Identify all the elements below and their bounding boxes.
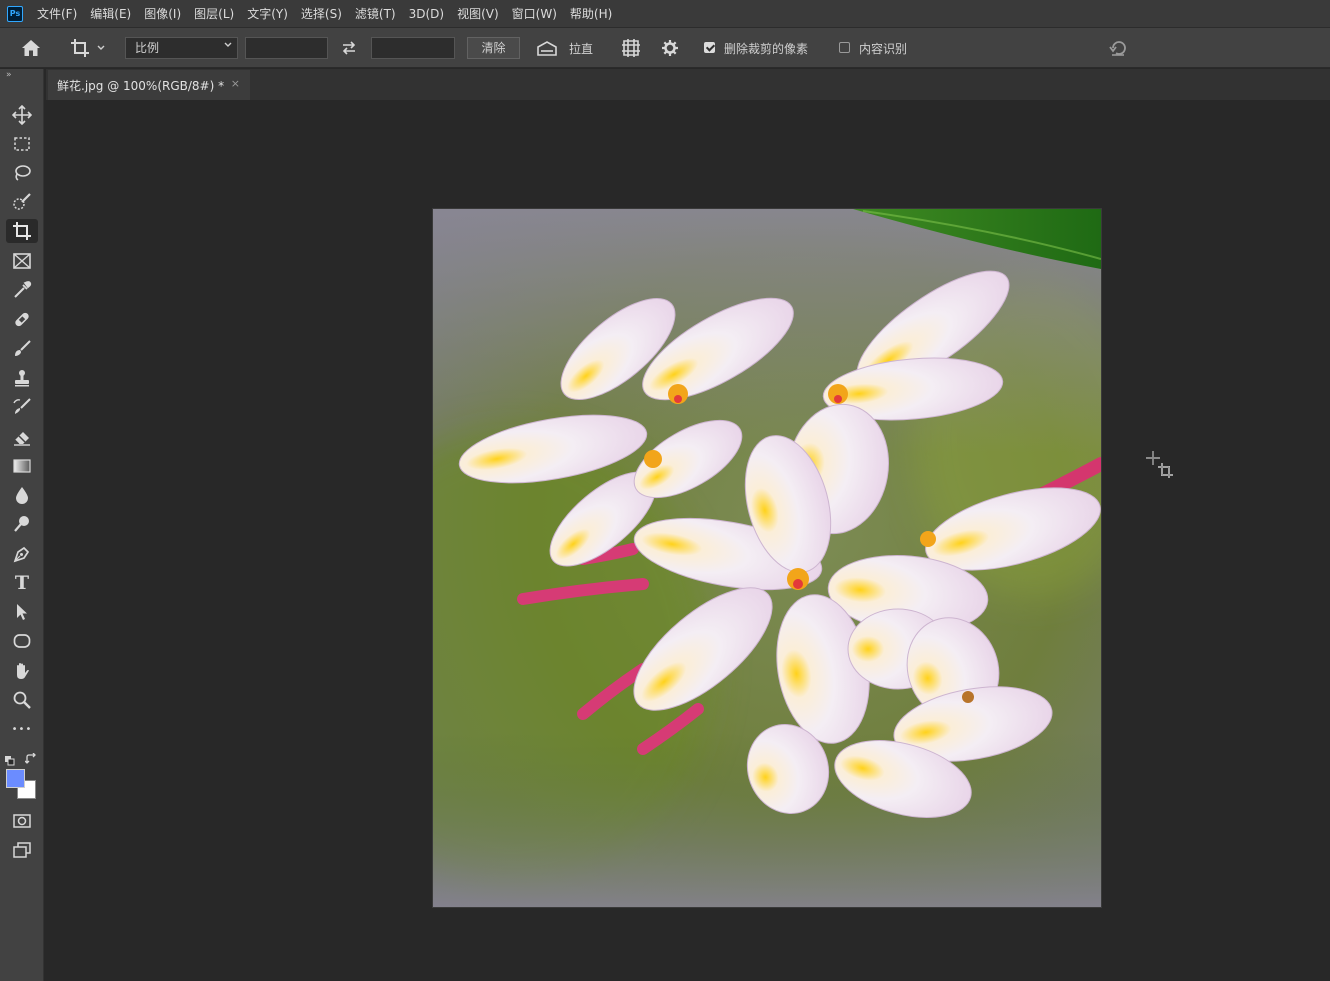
type-tool[interactable]: T bbox=[6, 571, 38, 595]
delete-cropped-checkbox[interactable] bbox=[704, 42, 715, 53]
ellipsis-icon: ••• bbox=[11, 723, 33, 735]
menu-view[interactable]: 视图(V) bbox=[457, 5, 499, 22]
menu-bar: Ps 文件(F) 编辑(E) 图像(I) 图层(L) 文字(Y) 选择(S) 滤… bbox=[0, 0, 1330, 28]
move-tool[interactable] bbox=[6, 103, 38, 127]
home-icon[interactable] bbox=[20, 37, 42, 59]
brush-tool[interactable] bbox=[6, 337, 38, 361]
arrow-icon bbox=[17, 604, 27, 620]
hand-icon bbox=[17, 663, 29, 679]
rounded-rect-icon bbox=[13, 634, 31, 648]
healing-tool[interactable] bbox=[6, 307, 38, 331]
more-tools[interactable]: ••• bbox=[6, 717, 38, 741]
ratio-select-value: 比例 bbox=[135, 41, 160, 55]
close-icon[interactable]: × bbox=[231, 77, 240, 90]
delete-cropped-label[interactable]: 删除裁剪的像素 bbox=[724, 40, 808, 57]
menu-filter[interactable]: 滤镜(T) bbox=[355, 5, 396, 22]
quick-mask-icon bbox=[13, 814, 31, 828]
menu-image[interactable]: 图像(I) bbox=[144, 5, 181, 22]
quick-select-tool[interactable] bbox=[6, 190, 38, 214]
straighten-icon[interactable] bbox=[535, 37, 559, 59]
menu-file[interactable]: 文件(F) bbox=[37, 5, 77, 22]
photoshop-logo-icon[interactable]: Ps bbox=[7, 5, 23, 22]
gradient-tool[interactable] bbox=[6, 454, 38, 478]
bandage-icon bbox=[15, 312, 29, 327]
frame-tool[interactable] bbox=[6, 249, 38, 273]
rect-marquee-icon bbox=[14, 137, 30, 151]
flower-photo[interactable] bbox=[433, 209, 1101, 907]
menu-select[interactable]: 选择(S) bbox=[301, 5, 342, 22]
path-select-tool[interactable] bbox=[6, 600, 38, 624]
document-tab[interactable]: 鲜花.jpg @ 100%(RGB/8#) * × bbox=[48, 70, 250, 100]
swap-colors-icon[interactable] bbox=[24, 750, 37, 764]
screen-mode-button[interactable] bbox=[6, 838, 38, 862]
tools-panel: » T ••• bbox=[0, 69, 44, 981]
stamp-tool[interactable] bbox=[6, 366, 38, 390]
foreground-color-swatch[interactable] bbox=[6, 769, 25, 788]
menu-type[interactable]: 文字(Y) bbox=[247, 5, 288, 22]
quick-mask-button[interactable] bbox=[6, 809, 38, 833]
lasso-tool[interactable] bbox=[6, 161, 38, 185]
frame-icon bbox=[13, 253, 31, 269]
default-colors-icon[interactable] bbox=[5, 751, 15, 766]
chevron-down-icon bbox=[223, 38, 233, 58]
drop-icon bbox=[16, 487, 28, 504]
move-icon bbox=[12, 105, 32, 125]
grid-overlay-icon[interactable] bbox=[620, 37, 642, 59]
brush-icon bbox=[15, 340, 31, 356]
eyedropper-tool[interactable] bbox=[6, 278, 38, 302]
swap-icon[interactable] bbox=[338, 37, 360, 59]
history-brush-icon bbox=[13, 398, 31, 414]
blur-tool[interactable] bbox=[6, 483, 38, 507]
straighten-label[interactable]: 拉直 bbox=[569, 40, 593, 57]
crop-icon bbox=[13, 222, 31, 240]
ratio-width-input[interactable] bbox=[245, 37, 328, 59]
clear-button[interactable]: 清除 bbox=[467, 37, 520, 59]
pen-tool[interactable] bbox=[6, 542, 38, 566]
menu-3d[interactable]: 3D(D) bbox=[409, 7, 444, 21]
crop-icon bbox=[71, 39, 89, 57]
zoom-icon bbox=[13, 691, 31, 709]
eyedropper-icon bbox=[14, 281, 32, 298]
gradient-icon bbox=[13, 459, 31, 473]
dodge-tool[interactable] bbox=[6, 512, 38, 536]
history-brush-tool[interactable] bbox=[6, 395, 38, 419]
content-aware-checkbox[interactable] bbox=[839, 42, 850, 53]
eraser-icon bbox=[14, 432, 30, 446]
menu-edit[interactable]: 编辑(E) bbox=[90, 5, 131, 22]
crop-preset-picker[interactable] bbox=[66, 37, 110, 59]
crop-tool[interactable] bbox=[6, 219, 38, 243]
menu-help[interactable]: 帮助(H) bbox=[570, 5, 612, 22]
menu-layer[interactable]: 图层(L) bbox=[194, 5, 234, 22]
lasso-icon bbox=[15, 165, 31, 181]
hand-tool[interactable] bbox=[6, 659, 38, 683]
eraser-tool[interactable] bbox=[6, 425, 38, 449]
zoom-tool[interactable] bbox=[6, 688, 38, 712]
ratio-select[interactable]: 比例 bbox=[125, 37, 238, 59]
stamp-icon bbox=[15, 370, 29, 387]
crop-cursor-icon bbox=[1145, 451, 1175, 479]
quick-select-icon bbox=[13, 193, 31, 210]
screen-mode-icon bbox=[13, 842, 31, 858]
document-tab-bar: 鲜花.jpg @ 100%(RGB/8#) * × bbox=[46, 69, 1330, 100]
gear-icon[interactable] bbox=[659, 37, 681, 59]
pen-icon bbox=[13, 546, 30, 563]
marquee-tool[interactable] bbox=[6, 132, 38, 156]
options-bar: 比例 清除 拉直 删除裁剪的像素 内容识别 bbox=[0, 28, 1330, 68]
content-aware-label[interactable]: 内容识别 bbox=[859, 40, 907, 57]
shape-tool[interactable] bbox=[6, 629, 38, 653]
reset-icon[interactable] bbox=[1107, 37, 1129, 59]
menu-window[interactable]: 窗口(W) bbox=[512, 5, 557, 22]
chevron-down-icon bbox=[97, 45, 105, 50]
collapse-panel-icon[interactable]: » bbox=[6, 70, 12, 80]
document-tab-title: 鲜花.jpg @ 100%(RGB/8#) * bbox=[57, 78, 225, 93]
dodge-icon bbox=[14, 516, 29, 532]
ratio-height-input[interactable] bbox=[371, 37, 455, 59]
type-icon: T bbox=[14, 572, 30, 594]
